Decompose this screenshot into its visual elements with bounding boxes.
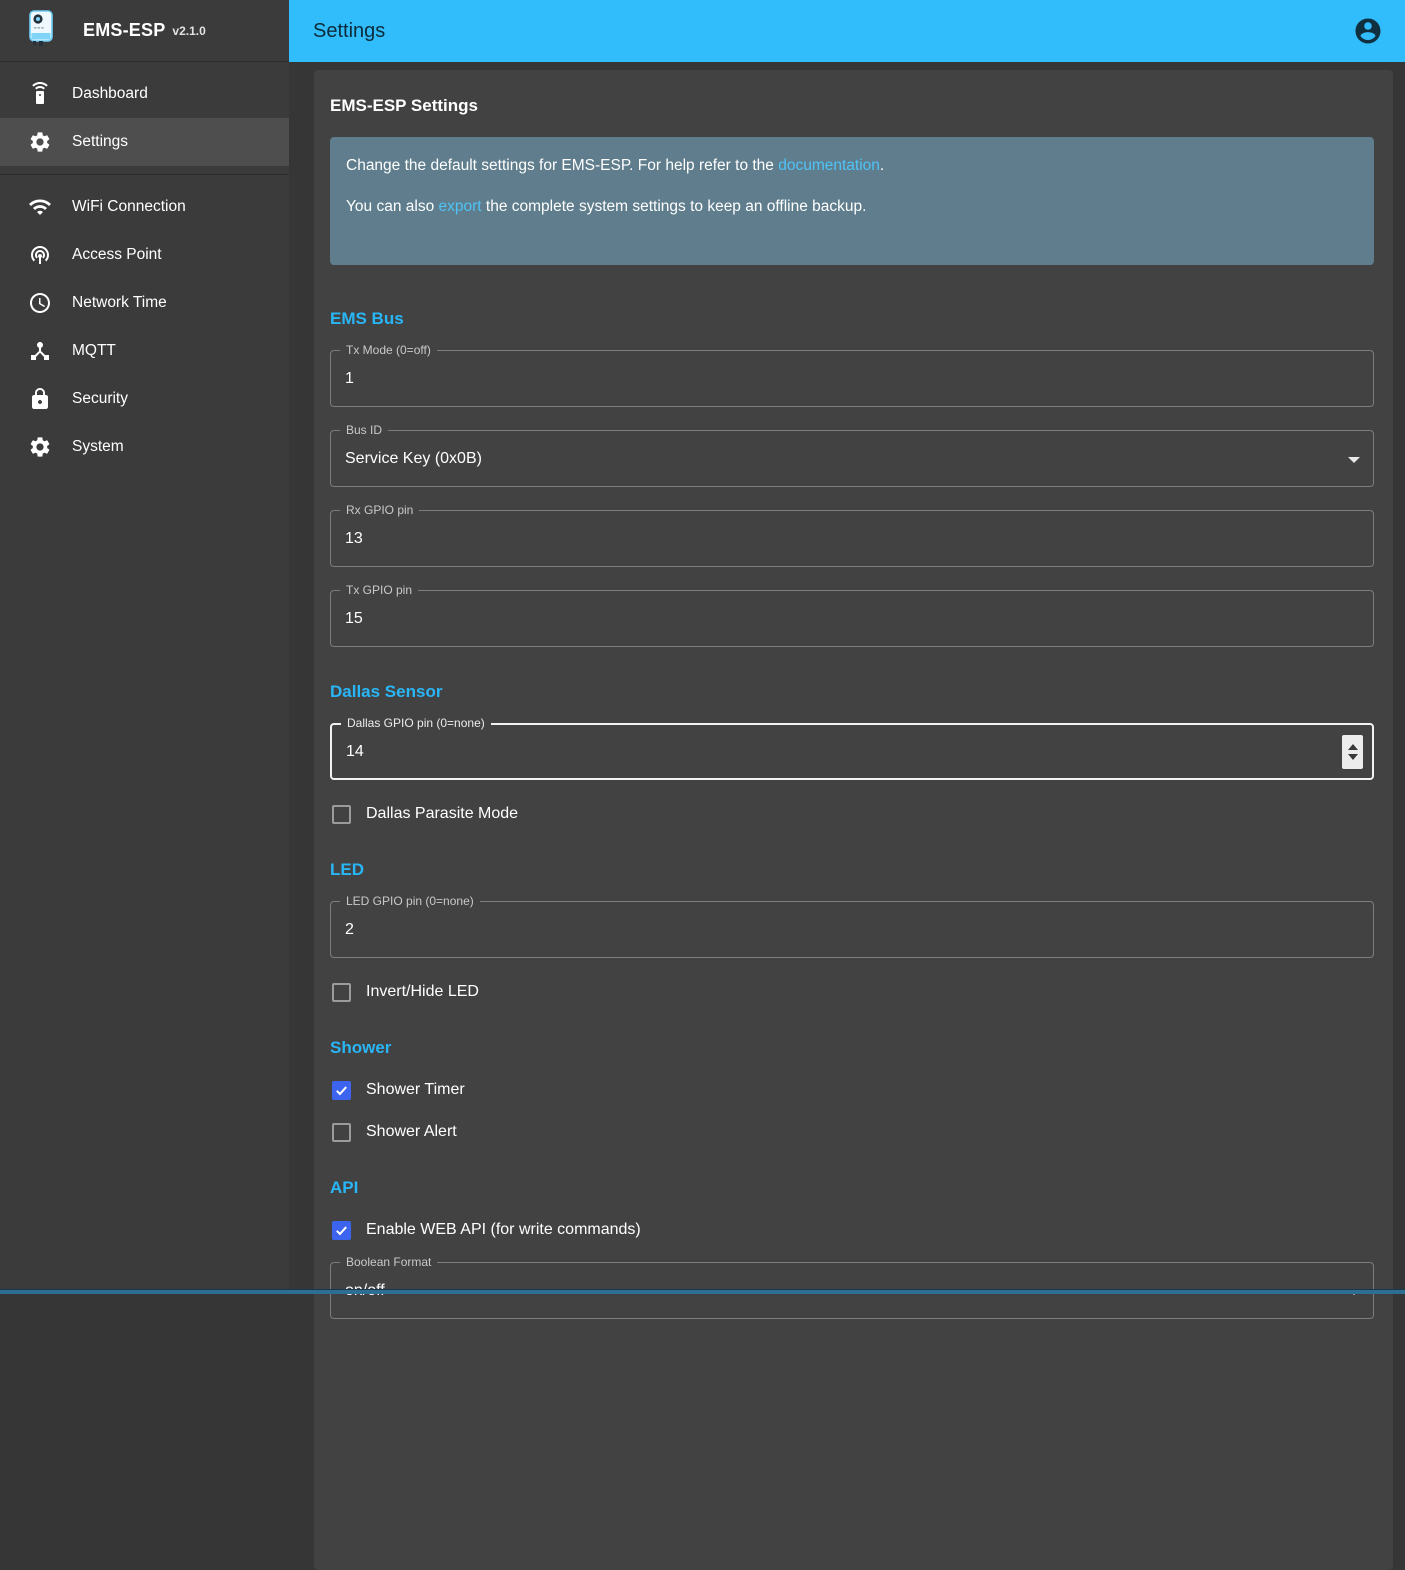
app-name: EMS-ESP: [83, 20, 165, 41]
sidebar-item-settings[interactable]: Settings: [0, 118, 289, 166]
sidebar-item-security[interactable]: Security: [0, 375, 289, 423]
main-content: EMS-ESP Settings Change the default sett…: [289, 62, 1405, 1294]
shower-timer-checkbox-row[interactable]: Shower Timer: [332, 1079, 1374, 1101]
sidebar-item-label: WiFi Connection: [72, 198, 186, 216]
section-dallas-sensor: Dallas Sensor: [330, 682, 1374, 702]
sidebar-item-label: MQTT: [72, 342, 116, 360]
enable-web-api-checkbox-row[interactable]: Enable WEB API (for write commands): [332, 1219, 1374, 1241]
account-circle-icon[interactable]: [1353, 16, 1383, 46]
invert-led-checkbox-row[interactable]: Invert/Hide LED: [332, 981, 1374, 1003]
info-line-1: Change the default settings for EMS-ESP.…: [346, 156, 1354, 176]
gear-icon: [28, 435, 52, 459]
sidebar-item-mqtt[interactable]: MQTT: [0, 327, 289, 375]
sidebar-header: EMS-ESP v2.1.0: [0, 0, 289, 62]
rx-gpio-field: Rx GPIO pin: [330, 510, 1374, 567]
checkbox-label: Dallas Parasite Mode: [366, 805, 518, 823]
checkbox-label: Invert/Hide LED: [366, 983, 479, 1001]
stepper-down-icon[interactable]: [1348, 754, 1358, 760]
checkbox-icon[interactable]: [332, 1123, 351, 1142]
lock-icon: [28, 387, 52, 411]
section-ems-bus: EMS Bus: [330, 309, 1374, 329]
export-link[interactable]: export: [439, 198, 482, 215]
app-logo-boiler-icon: [29, 10, 53, 52]
sidebar-item-label: System: [72, 438, 124, 456]
sidebar-item-label: Security: [72, 390, 128, 408]
info-line-2: You can also export the complete system …: [346, 197, 1354, 217]
sidebar-item-network-time[interactable]: Network Time: [0, 279, 289, 327]
tx-gpio-field: Tx GPIO pin: [330, 590, 1374, 647]
settings-card: EMS-ESP Settings Change the default sett…: [314, 70, 1393, 1570]
checkbox-icon[interactable]: [332, 805, 351, 824]
sidebar-nav: Dashboard Settings WiFi Connection Acces…: [0, 62, 289, 471]
page-title: Settings: [313, 20, 385, 43]
tx-mode-input[interactable]: [331, 351, 1373, 406]
sidebar-item-access-point[interactable]: Access Point: [0, 231, 289, 279]
section-api: API: [330, 1178, 1374, 1198]
gear-icon: [28, 130, 52, 154]
number-stepper[interactable]: [1342, 735, 1363, 769]
section-shower: Shower: [330, 1038, 1374, 1058]
checkbox-label: Enable WEB API (for write commands): [366, 1221, 641, 1239]
sidebar-item-label: Network Time: [72, 294, 167, 312]
sidebar-item-system[interactable]: System: [0, 423, 289, 471]
checkbox-icon[interactable]: [332, 1221, 351, 1240]
settings-remote-icon: [28, 82, 52, 106]
documentation-link[interactable]: documentation: [778, 157, 880, 174]
rx-gpio-input[interactable]: [331, 511, 1373, 566]
sidebar-item-wifi-connection[interactable]: WiFi Connection: [0, 183, 289, 231]
device-hub-icon: [28, 339, 52, 363]
shower-alert-checkbox-row[interactable]: Shower Alert: [332, 1121, 1374, 1143]
sidebar: EMS-ESP v2.1.0 Dashboard Settings WiFi C…: [0, 0, 289, 1294]
checkbox-icon[interactable]: [332, 1081, 351, 1100]
bus-id-select[interactable]: Bus ID Service Key (0x0B): [330, 430, 1374, 487]
dropdown-arrow-icon: [1348, 457, 1360, 463]
sidebar-item-label: Settings: [72, 133, 128, 151]
checkbox-icon[interactable]: [332, 983, 351, 1002]
sidebar-item-label: Dashboard: [72, 85, 148, 103]
dallas-gpio-field: Dallas GPIO pin (0=none): [330, 723, 1374, 780]
clock-icon: [28, 291, 52, 315]
bottom-edge-strip: [0, 1289, 1405, 1294]
wifi-icon: [28, 195, 52, 219]
info-box: Change the default settings for EMS-ESP.…: [330, 137, 1374, 265]
section-led: LED: [330, 860, 1374, 880]
stepper-up-icon[interactable]: [1348, 744, 1358, 750]
dallas-gpio-input[interactable]: [332, 725, 1372, 778]
sidebar-item-label: Access Point: [72, 246, 162, 264]
led-gpio-input[interactable]: [331, 902, 1373, 957]
tx-mode-field: Tx Mode (0=off): [330, 350, 1374, 407]
bus-id-value: Service Key (0x0B): [331, 431, 1373, 486]
dallas-parasite-checkbox-row[interactable]: Dallas Parasite Mode: [332, 803, 1374, 825]
settings-title: EMS-ESP Settings: [330, 96, 1374, 116]
sidebar-divider: [0, 174, 289, 175]
sidebar-item-dashboard[interactable]: Dashboard: [0, 70, 289, 118]
tx-gpio-input[interactable]: [331, 591, 1373, 646]
checkbox-label: Shower Timer: [366, 1081, 465, 1099]
appbar: Settings: [289, 0, 1405, 62]
led-gpio-field: LED GPIO pin (0=none): [330, 901, 1374, 958]
wifi-tethering-icon: [28, 243, 52, 267]
checkbox-label: Shower Alert: [366, 1123, 457, 1141]
app-version: v2.1.0: [172, 24, 205, 38]
